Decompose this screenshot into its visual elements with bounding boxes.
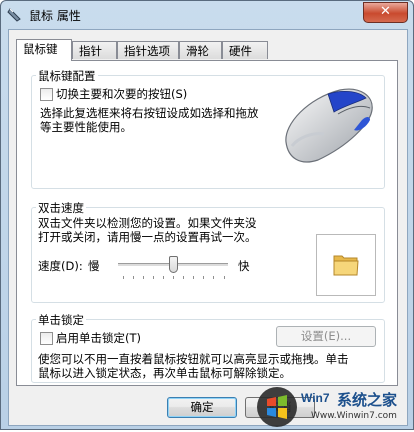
window-title: 鼠标 属性 <box>29 9 81 23</box>
tab-label: 滑轮 <box>186 44 209 58</box>
watermark-brand: 系统之家 <box>337 391 398 409</box>
slider-tick <box>173 276 174 279</box>
click-lock-legend: 单击锁定 <box>36 312 86 328</box>
tab-wheel[interactable]: 滑轮 <box>179 41 222 59</box>
tab-panel-buttons: 鼠标键配置 切换主要和次要的按钮(S) 选择此复选框来将右按钮设成如选择和拖放 … <box>16 60 398 386</box>
slider-tick <box>133 276 134 279</box>
click-lock-settings-button[interactable]: 设置(E)... <box>276 326 376 347</box>
mouse-properties-window: 鼠标 属性 ✕ 鼠标键 指针 指针选项 滑轮 硬件 鼠标键配置 切换主要和次要的… <box>0 0 414 430</box>
tab-pointers[interactable]: 指针 <box>72 41 117 59</box>
button-configuration-legend: 鼠标键配置 <box>36 68 98 84</box>
tab-label: 指针 <box>79 44 102 58</box>
speed-label: 速度(D): <box>38 259 83 273</box>
slider-thumb[interactable] <box>169 256 178 273</box>
swap-description-line1: 选择此复选框来将右按钮设成如选择和拖放 <box>40 106 259 120</box>
slider-tick <box>203 276 204 279</box>
click-lock-description-line2: 鼠标以进入锁定状态，再次单击鼠标可解除锁定。 <box>38 366 291 380</box>
tab-pointer-options[interactable]: 指针选项 <box>117 41 179 59</box>
click-lock-description-line1: 使您可以不用一直按着鼠标按钮就可以高亮显示或拖拽。单击 <box>38 352 349 366</box>
slow-label: 慢 <box>88 259 100 273</box>
close-icon: ✕ <box>380 4 391 19</box>
mouse-app-icon <box>7 8 21 22</box>
double-click-description-line2: 打开或关闭，请用慢一点的设置再试一次。 <box>38 230 257 244</box>
slider-tick <box>193 276 194 279</box>
swap-description-line2: 等主要性能使用。 <box>40 120 132 134</box>
double-click-description-line1: 双击文件夹以检测您的设置。如果文件夹没 <box>38 216 257 230</box>
click-lock-group: 单击锁定 启用单击锁定(T) 设置(E)... 使您可以不用一直按着鼠标按钮就可… <box>31 312 385 383</box>
watermark-logo-text: Win7 <box>301 391 330 405</box>
tab-buttons[interactable]: 鼠标键 <box>16 39 72 61</box>
double-click-legend: 双击速度 <box>36 200 86 216</box>
title-bar[interactable]: 鼠标 属性 ✕ <box>1 1 413 29</box>
site-watermark: Win7 系统之家 Www.Winwin7.com <box>253 385 413 429</box>
ok-button[interactable]: 确定 <box>167 397 237 418</box>
slider-tick <box>153 276 154 279</box>
dialog-client: 鼠标键 指针 指针选项 滑轮 硬件 鼠标键配置 切换主要和次要的按钮(S) 选择… <box>8 29 408 426</box>
swap-buttons-label[interactable]: 切换主要和次要的按钮(S) <box>56 86 187 102</box>
fast-label: 快 <box>238 259 250 273</box>
slider-tick <box>224 276 225 279</box>
tab-label: 指针选项 <box>124 44 170 58</box>
slider-tick <box>183 276 184 279</box>
tab-label: 硬件 <box>229 44 252 58</box>
close-button[interactable]: ✕ <box>363 2 408 23</box>
click-lock-label[interactable]: 启用单击锁定(T) <box>56 330 141 346</box>
slider-tick <box>123 276 124 279</box>
slider-tick <box>213 276 214 279</box>
slider-tick <box>163 276 164 279</box>
watermark-url: Www.Winwin7.com <box>311 411 397 421</box>
swap-buttons-checkbox[interactable] <box>40 88 53 101</box>
test-folder-area[interactable] <box>316 234 376 296</box>
double-click-speed-slider[interactable] <box>118 256 228 282</box>
double-click-speed-group: 双击速度 双击文件夹以检测您的设置。如果文件夹没 打开或关闭，请用慢一点的设置再… <box>31 200 385 303</box>
click-lock-checkbox[interactable] <box>40 332 53 345</box>
slider-tick <box>143 276 144 279</box>
button-configuration-group: 鼠标键配置 切换主要和次要的按钮(S) 选择此复选框来将右按钮设成如选择和拖放 … <box>31 68 385 189</box>
mouse-image <box>285 88 373 163</box>
tab-hardware[interactable]: 硬件 <box>222 41 268 59</box>
folder-icon[interactable] <box>331 249 361 279</box>
tab-label: 鼠标键 <box>23 42 58 56</box>
